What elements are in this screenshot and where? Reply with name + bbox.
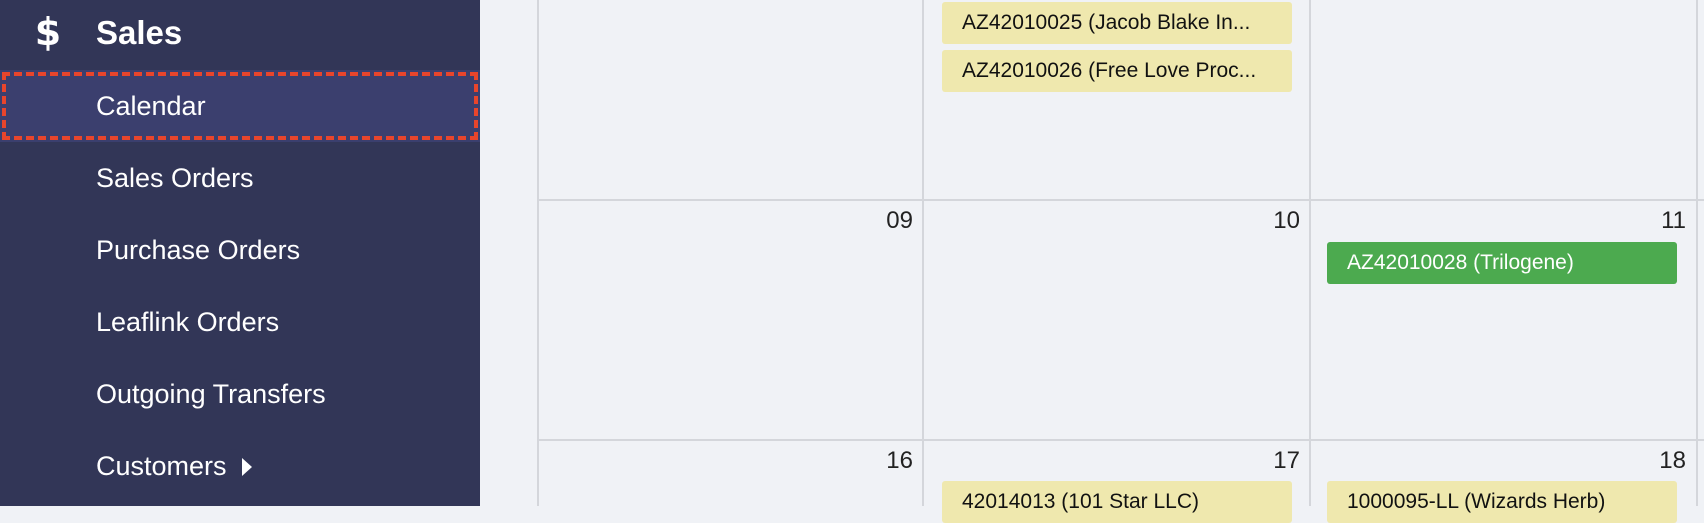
grid-line [1696,0,1698,506]
sidebar-item-label: Calendar [96,91,206,121]
section-title: Sales [96,14,183,51]
grid-line [537,0,539,506]
calendar-event[interactable]: 1000095-LL (Wizards Herb) [1327,481,1677,523]
calendar-event[interactable]: 42014013 (101 Star LLC) [942,481,1292,523]
caret-right-icon [242,458,252,476]
sidebar-item-label: Outgoing Transfers [96,379,326,409]
sidebar: $ Sales Calendar Sales Orders Purchase O… [0,0,480,506]
day-number[interactable]: 18 [1626,446,1686,476]
day-number[interactable]: 10 [1240,206,1300,236]
sidebar-item-sales-orders[interactable]: Sales Orders [0,142,480,214]
grid-line [922,0,924,506]
dollar-icon: $ [34,10,62,54]
day-number[interactable]: 09 [853,206,913,236]
day-number[interactable]: 16 [853,446,913,476]
calendar-event[interactable]: AZ42010028 (Trilogene) [1327,242,1677,284]
grid-line [537,439,1704,441]
sidebar-item-label: Customers [96,451,227,481]
sidebar-item-leaflink-orders[interactable]: Leaflink Orders [0,286,480,358]
day-number[interactable]: 17 [1240,446,1300,476]
sidebar-item-outgoing-transfers[interactable]: Outgoing Transfers [0,358,480,430]
grid-line [537,199,1704,201]
day-number[interactable]: 11 [1626,206,1686,236]
sidebar-item-calendar[interactable]: Calendar [0,70,480,142]
calendar-event[interactable]: AZ42010026 (Free Love Proc... [942,50,1292,92]
sidebar-section-header[interactable]: $ Sales [0,0,480,64]
sidebar-item-purchase-orders[interactable]: Purchase Orders [0,214,480,286]
calendar-grid: AZ42010025 (Jacob Blake In... AZ42010026… [537,0,1704,523]
sidebar-item-label: Sales Orders [96,163,254,193]
sidebar-item-customers[interactable]: Customers [0,430,480,502]
sidebar-item-label: Purchase Orders [96,235,301,265]
calendar-event[interactable]: AZ42010025 (Jacob Blake In... [942,2,1292,44]
grid-line [1309,0,1311,506]
sidebar-item-label: Leaflink Orders [96,307,280,337]
